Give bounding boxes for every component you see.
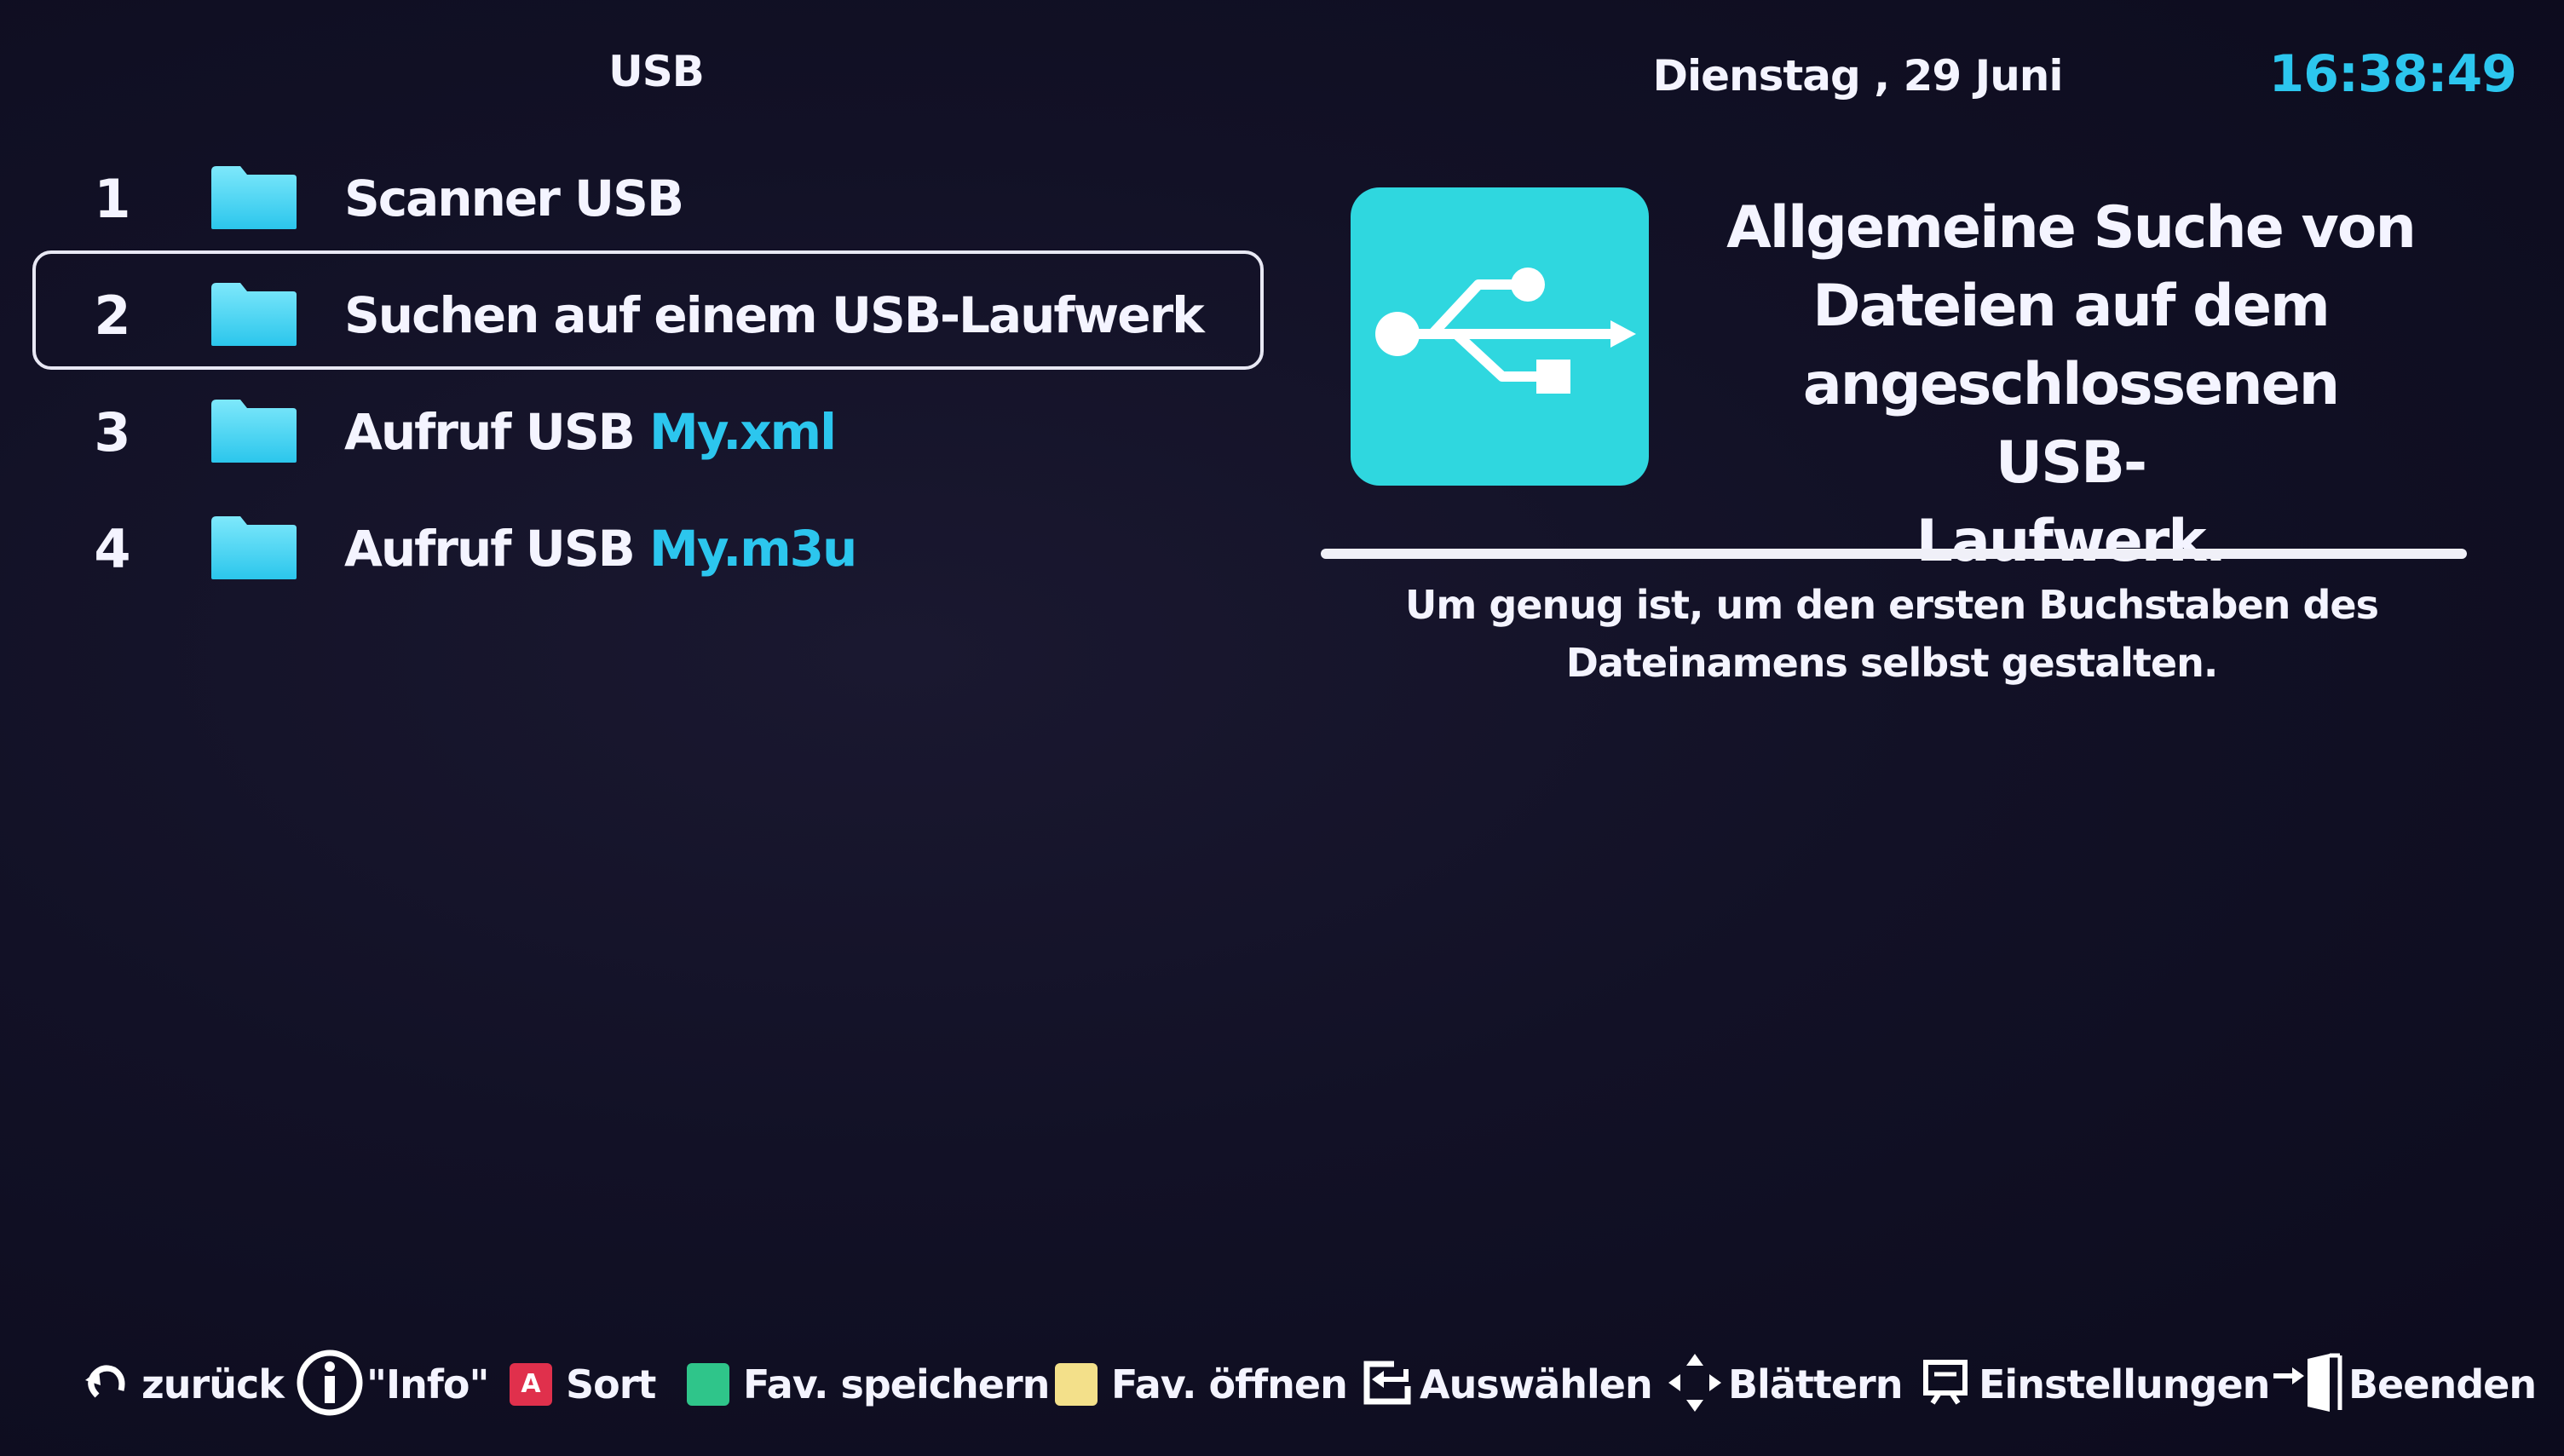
exit-hint[interactable]: Beenden xyxy=(2270,1346,2537,1423)
menu-item-number: 3 xyxy=(94,401,131,463)
info-hint[interactable]: "Info" xyxy=(295,1346,489,1423)
exit-door-icon xyxy=(2270,1350,2345,1419)
select-label: Auswählen xyxy=(1420,1361,1653,1407)
menu-item-number: 4 xyxy=(94,518,131,580)
menu-item-open-my-xml[interactable]: 3 Aufruf USB My.xml xyxy=(32,367,1264,486)
folder-icon xyxy=(210,281,298,348)
menu-item-label: Aufruf USB My.m3u xyxy=(344,520,857,578)
menu-item-open-my-m3u[interactable]: 4 Aufruf USB My.m3u xyxy=(32,484,1264,603)
folder-icon xyxy=(210,398,298,464)
menu-item-scanner-usb[interactable]: 1 Scanner USB xyxy=(32,134,1264,253)
browse-label: Blättern xyxy=(1728,1361,1903,1407)
folder-icon xyxy=(210,164,298,231)
footer-key-hints: zurück "Info" A Sort Fav. speichern Fav.… xyxy=(0,1338,2564,1440)
info-label: "Info" xyxy=(366,1361,489,1407)
date-display: Dienstag , 29 Juni xyxy=(1652,51,2063,101)
page-title: USB xyxy=(608,47,705,96)
enter-icon xyxy=(1360,1357,1415,1412)
info-title-line: angeschlossenen USB- xyxy=(1802,351,2340,497)
settings-label: Einstellungen xyxy=(1979,1361,2270,1407)
info-description: Um genug ist, um den ersten Buchstaben d… xyxy=(1380,576,2403,692)
menu-item-label: Aufruf USB My.xml xyxy=(344,403,837,461)
fav-save-label: Fav. speichern xyxy=(743,1361,1050,1407)
info-title-line: Laufwerk. xyxy=(1916,508,2227,575)
info-title-line: Allgemeine Suche von xyxy=(1726,194,2417,262)
menu-item-search-usb-drive[interactable]: 2 Suchen auf einem USB-Laufwerk xyxy=(32,250,1264,370)
info-icon xyxy=(295,1348,365,1421)
back-label: zurück xyxy=(141,1361,285,1407)
info-divider xyxy=(1321,549,2467,559)
fav-open-hint[interactable]: Fav. öffnen xyxy=(1055,1346,1348,1423)
fav-open-label: Fav. öffnen xyxy=(1111,1361,1348,1407)
info-title: Allgemeine Suche von Dateien auf dem ang… xyxy=(1721,189,2420,581)
settings-hint[interactable]: Einstellungen xyxy=(1921,1346,2270,1423)
sort-label: Sort xyxy=(566,1361,656,1407)
select-hint[interactable]: Auswählen xyxy=(1360,1346,1653,1423)
info-description-line: Um genug ist, um den ersten Buchstaben d… xyxy=(1405,582,2379,628)
usb-icon xyxy=(1351,187,1649,486)
menu-item-label: Suchen auf einem USB-Laufwerk xyxy=(344,286,1205,344)
sort-hint[interactable]: A Sort xyxy=(510,1346,656,1423)
info-title-line: Dateien auf dem xyxy=(1812,273,2331,340)
exit-label: Beenden xyxy=(2348,1361,2537,1407)
yellow-key-icon xyxy=(1055,1363,1098,1406)
browse-hint[interactable]: Blättern xyxy=(1665,1346,1903,1423)
menu-item-label: Scanner USB xyxy=(344,170,684,227)
menu-item-number: 2 xyxy=(94,285,131,347)
menu-item-number: 1 xyxy=(94,168,131,230)
red-key-icon: A xyxy=(510,1363,552,1406)
back-arrow-icon xyxy=(78,1356,131,1413)
info-description-line: Dateinamens selbst gestalten. xyxy=(1565,640,2219,686)
settings-screen-icon xyxy=(1921,1357,1970,1412)
folder-icon xyxy=(210,515,298,581)
fav-save-hint[interactable]: Fav. speichern xyxy=(687,1346,1050,1423)
green-key-icon xyxy=(687,1363,729,1406)
clock-display: 16:38:49 xyxy=(2268,44,2517,104)
directional-pad-icon xyxy=(1665,1350,1725,1419)
back-hint[interactable]: zurück xyxy=(78,1346,285,1423)
